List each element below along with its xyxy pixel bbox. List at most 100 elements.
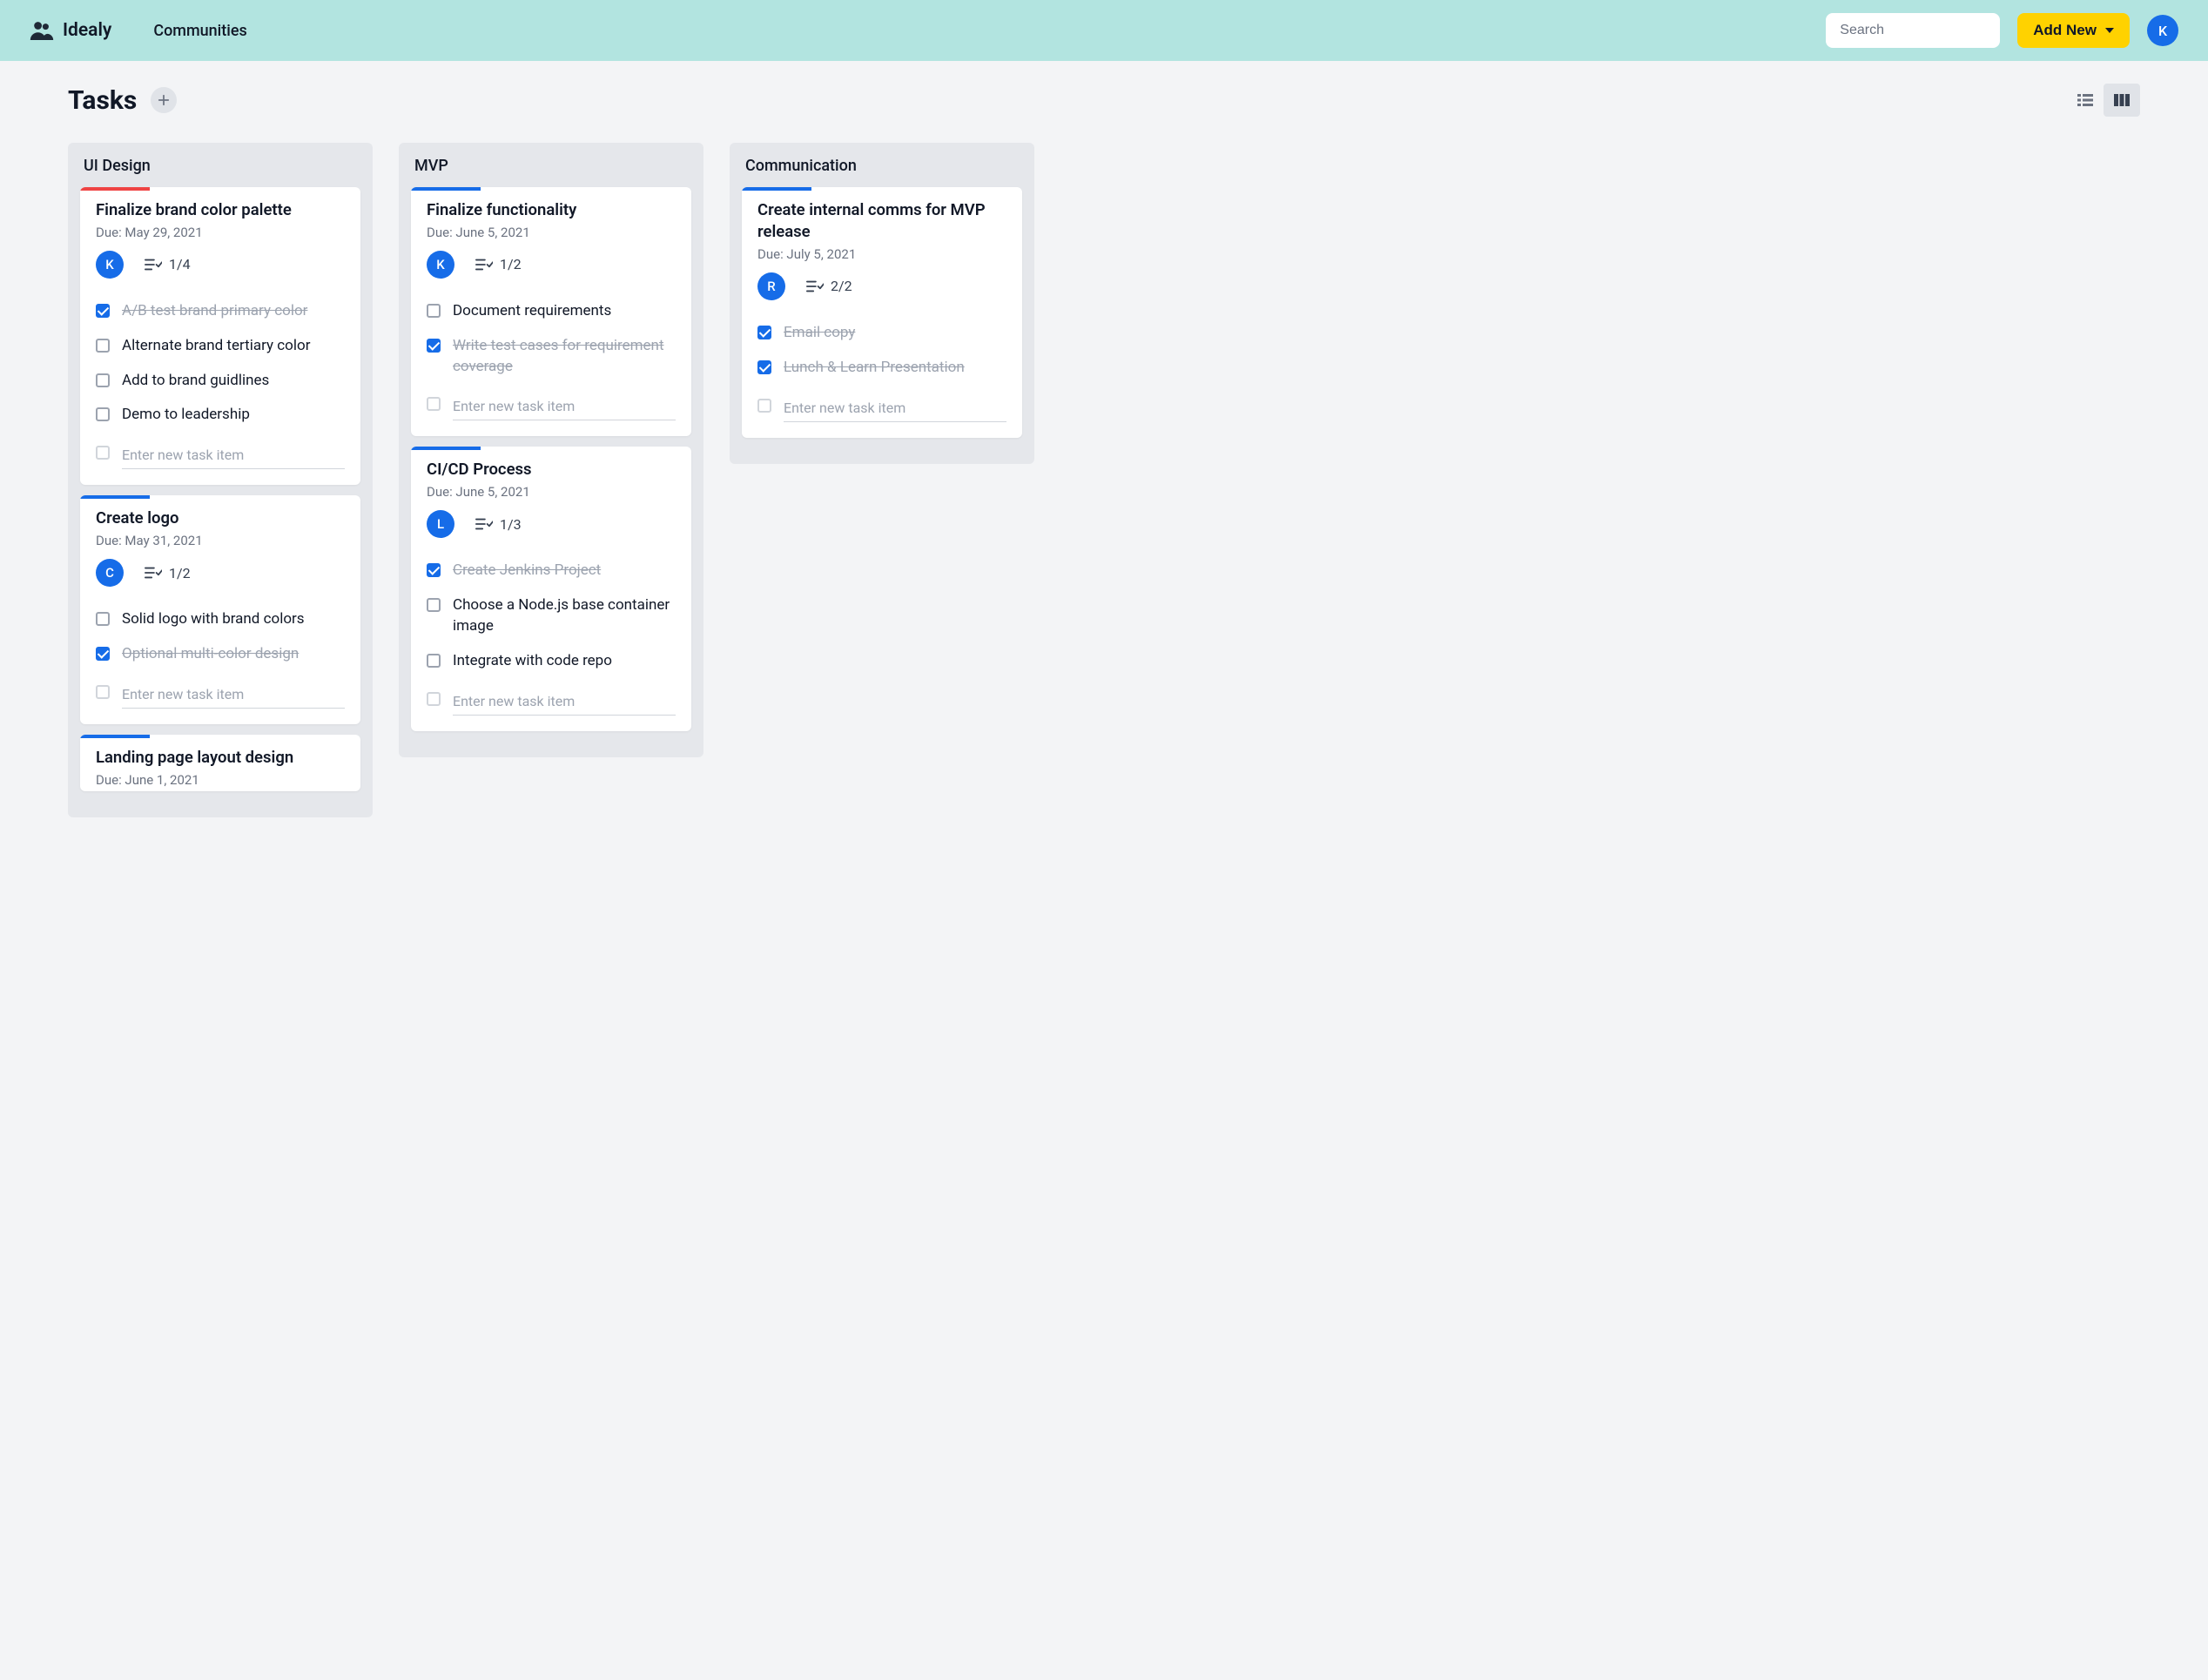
checklist-icon [145, 257, 162, 272]
subtask-checkbox[interactable] [96, 647, 110, 661]
subtask-label: Add to brand guidlines [122, 371, 269, 392]
subtask-row: Write test cases for requirement coverag… [427, 329, 676, 385]
subtask-row: Integrate with code repo [427, 644, 676, 679]
subtask-row: Email copy [757, 316, 1006, 351]
assignee-avatar[interactable]: L [427, 510, 454, 538]
new-subtask-input[interactable]: Enter new task item [453, 688, 676, 716]
card-body: Finalize functionality Due: June 5, 2021 K… [411, 191, 691, 436]
subtask-row: Optional multi-color design [96, 637, 345, 672]
card-meta: C 1/2 [96, 559, 345, 587]
subtask-checkbox[interactable] [427, 598, 441, 612]
column-title: Communication [742, 143, 1022, 187]
task-card[interactable]: Landing page layout design Due: June 1, 2… [80, 735, 360, 791]
new-subtask-checkbox [757, 399, 771, 413]
subtask-row: Demo to leadership [96, 398, 345, 433]
subtask-row: Alternate brand tertiary color [96, 329, 345, 364]
subtask-checkbox[interactable] [96, 612, 110, 626]
task-card[interactable]: Create logoDue: May 31, 2021C 1/2Solid l… [80, 495, 360, 724]
subtask-label: Document requirements [453, 301, 611, 322]
task-card[interactable]: Finalize brand color paletteDue: May 29,… [80, 187, 360, 485]
card-title: CI/CD Process [427, 459, 676, 480]
app-name: Idealy [63, 20, 111, 41]
board: UI DesignFinalize brand color paletteDue… [68, 143, 2140, 817]
add-new-button[interactable]: Add New [2017, 13, 2130, 48]
header: Idealy Communities Add New K [0, 0, 2208, 61]
card-title: Finalize functionality [427, 199, 676, 221]
new-subtask-input[interactable]: Enter new task item [122, 681, 345, 709]
add-new-label: Add New [2033, 22, 2097, 39]
logo[interactable]: Idealy [30, 20, 111, 41]
subtask-row: Solid logo with brand colors [96, 602, 345, 637]
new-subtask-checkbox [96, 685, 110, 699]
assignee-avatar[interactable]: K [427, 251, 454, 279]
new-subtask-input[interactable]: Enter new task item [784, 394, 1006, 422]
card-body: CI/CD ProcessDue: June 5, 2021L 1/3Creat… [411, 450, 691, 730]
board-column: MVP Finalize functionality Due: June 5, 20… [399, 143, 703, 757]
card-title: Landing page layout design [96, 747, 345, 769]
subtask-list: Solid logo with brand colors Optional mul… [96, 602, 345, 672]
new-subtask-row: Enter new task item [427, 387, 676, 420]
new-subtask-input[interactable]: Enter new task item [453, 393, 676, 420]
page-title-row: Tasks [68, 84, 2140, 117]
new-subtask-checkbox [96, 446, 110, 460]
subtask-row: Add to brand guidlines [96, 364, 345, 399]
nav-communities[interactable]: Communities [153, 22, 246, 40]
column-title: UI Design [80, 143, 360, 187]
card-title: Finalize brand color palette [96, 199, 345, 221]
new-subtask-input[interactable]: Enter new task item [122, 441, 345, 469]
subtask-label: Write test cases for requirement coverag… [453, 336, 676, 378]
progress-indicator: 2/2 [806, 278, 852, 294]
subtask-row: A/B test brand primary color [96, 294, 345, 329]
subtask-checkbox[interactable] [96, 339, 110, 353]
task-card[interactable]: CI/CD ProcessDue: June 5, 2021L 1/3Creat… [411, 447, 691, 730]
subtask-label: Alternate brand tertiary color [122, 336, 310, 357]
search-input[interactable] [1826, 13, 2000, 48]
task-card[interactable]: Finalize functionality Due: June 5, 2021 K… [411, 187, 691, 436]
subtask-list: Document requirements Write test cases fo… [427, 294, 676, 384]
subtask-checkbox[interactable] [757, 326, 771, 339]
subtask-label: Optional multi-color design [122, 644, 299, 665]
assignee-avatar[interactable]: K [96, 251, 124, 279]
subtask-row: Document requirements [427, 294, 676, 329]
subtask-checkbox[interactable] [427, 339, 441, 353]
subtask-label: Email copy [784, 323, 855, 344]
page-title: Tasks [68, 85, 137, 116]
columns-icon [2113, 91, 2131, 109]
assignee-avatar[interactable]: C [96, 559, 124, 587]
card-meta: K 1/4 [96, 251, 345, 279]
progress-count: 1/2 [500, 256, 522, 272]
list-view-button[interactable] [2067, 84, 2104, 117]
add-task-button[interactable] [151, 87, 177, 113]
assignee-avatar[interactable]: R [757, 272, 785, 300]
new-subtask-checkbox [427, 692, 441, 706]
card-due: Due: June 5, 2021 [427, 225, 676, 240]
subtask-checkbox[interactable] [427, 563, 441, 577]
card-meta: K 1/2 [427, 251, 676, 279]
progress-indicator: 1/4 [145, 256, 191, 272]
board-column: UI DesignFinalize brand color paletteDue… [68, 143, 373, 817]
subtask-checkbox[interactable] [757, 360, 771, 374]
subtask-checkbox[interactable] [96, 407, 110, 421]
list-icon [2077, 91, 2094, 109]
subtask-checkbox[interactable] [427, 304, 441, 318]
subtask-label: Create Jenkins Project [453, 561, 601, 581]
progress-count: 1/2 [169, 565, 191, 581]
progress-indicator: 1/3 [475, 516, 522, 533]
subtask-row: Choose a Node.js base container image [427, 588, 676, 644]
view-toggle [2067, 84, 2140, 117]
subtask-label: Solid logo with brand colors [122, 609, 305, 630]
new-subtask-row: Enter new task item [96, 675, 345, 709]
subtask-checkbox[interactable] [96, 373, 110, 387]
user-avatar[interactable]: K [2147, 15, 2178, 46]
board-view-button[interactable] [2104, 84, 2140, 117]
card-body: Create logoDue: May 31, 2021C 1/2Solid l… [80, 499, 360, 724]
subtask-checkbox[interactable] [96, 304, 110, 318]
task-card[interactable]: Create internal comms for MVP releaseDue… [742, 187, 1022, 438]
subtask-label: Choose a Node.js base container image [453, 595, 676, 637]
subtask-checkbox[interactable] [427, 654, 441, 668]
subtask-list: Create Jenkins Project Choose a Node.js b… [427, 554, 676, 678]
card-due: Due: June 1, 2021 [96, 772, 345, 788]
column-title: MVP [411, 143, 691, 187]
progress-count: 1/4 [169, 256, 191, 272]
progress-indicator: 1/2 [145, 565, 191, 581]
